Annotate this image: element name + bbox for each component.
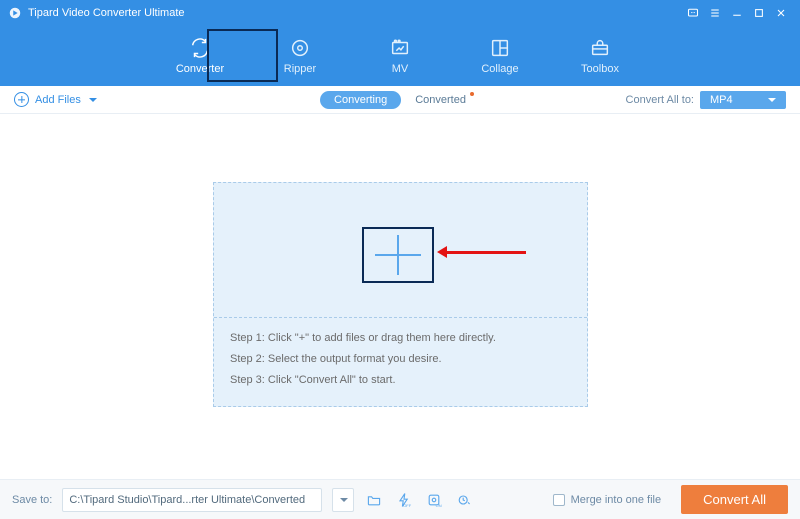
tab-label: Converter <box>176 63 224 75</box>
mv-icon <box>389 37 411 59</box>
drop-zone-top <box>214 183 587 318</box>
save-to-label: Save to: <box>12 494 52 506</box>
status-tabs: Converting Converted <box>320 91 480 109</box>
high-speed-button[interactable]: ON <box>424 490 444 510</box>
app-title: Tipard Video Converter Ultimate <box>28 7 185 19</box>
tab-mv[interactable]: MV <box>372 37 428 75</box>
svg-text:OFF: OFF <box>404 503 413 508</box>
merge-label: Merge into one file <box>571 494 662 506</box>
chevron-down-icon <box>340 498 348 502</box>
checkbox-icon <box>553 494 565 506</box>
hardware-accel-button[interactable]: OFF <box>394 490 414 510</box>
notification-dot-icon <box>470 92 474 96</box>
collage-icon <box>489 37 511 59</box>
chevron-down-icon <box>768 98 776 102</box>
maximize-button[interactable] <box>748 0 770 26</box>
output-path-dropdown[interactable] <box>332 488 354 512</box>
tab-converting[interactable]: Converting <box>320 91 401 109</box>
task-schedule-button[interactable] <box>454 490 474 510</box>
convert-all-button[interactable]: Convert All <box>681 485 788 514</box>
chevron-down-icon <box>89 98 97 102</box>
tab-converted[interactable]: Converted <box>401 91 480 109</box>
feedback-icon[interactable] <box>682 0 704 26</box>
convert-all-to: Convert All to: MP4 <box>626 91 786 109</box>
toolbar: Add Files Converting Converted Convert A… <box>0 86 800 114</box>
toolbox-icon <box>589 37 611 59</box>
footer: Save to: C:\Tipard Studio\Tipard...rter … <box>0 479 800 519</box>
output-path-value: C:\Tipard Studio\Tipard...rter Ultimate\… <box>69 494 305 506</box>
app-root: Tipard Video Converter Ultimate Converte… <box>0 0 800 519</box>
minimize-button[interactable] <box>726 0 748 26</box>
svg-text:ON: ON <box>436 503 442 508</box>
step-2-text: Step 2: Select the output format you des… <box>230 349 571 370</box>
add-files-label: Add Files <box>35 94 81 106</box>
step-3-text: Step 3: Click "Convert All" to start. <box>230 370 571 391</box>
converter-icon <box>189 37 211 59</box>
tab-converter[interactable]: Converter <box>172 37 228 75</box>
convert-all-to-label: Convert All to: <box>626 94 694 106</box>
instruction-steps: Step 1: Click "+" to add files or drag t… <box>214 318 587 401</box>
tab-label: Ripper <box>284 63 316 75</box>
close-button[interactable] <box>770 0 792 26</box>
tab-ripper[interactable]: Ripper <box>272 37 328 75</box>
tab-label: Collage <box>481 63 518 75</box>
main-tabs: Converter Ripper MV Collage Toolbox <box>0 26 800 86</box>
app-logo-icon <box>8 6 22 20</box>
annotation-arrow-icon <box>446 251 526 254</box>
tab-label: Toolbox <box>581 63 619 75</box>
tab-label: MV <box>392 63 409 75</box>
output-format-value: MP4 <box>710 94 733 106</box>
open-folder-button[interactable] <box>364 490 384 510</box>
add-files-button[interactable]: Add Files <box>14 92 97 107</box>
plus-circle-icon <box>14 92 29 107</box>
output-path-field[interactable]: C:\Tipard Studio\Tipard...rter Ultimate\… <box>62 488 322 512</box>
ripper-icon <box>289 37 311 59</box>
menu-icon[interactable] <box>704 0 726 26</box>
tab-collage[interactable]: Collage <box>472 37 528 75</box>
titlebar: Tipard Video Converter Ultimate <box>0 0 800 26</box>
step-1-text: Step 1: Click "+" to add files or drag t… <box>230 328 571 349</box>
merge-into-one-checkbox[interactable]: Merge into one file <box>553 494 662 506</box>
tab-converted-label: Converted <box>415 94 466 106</box>
main-panel: Step 1: Click "+" to add files or drag t… <box>0 114 800 479</box>
add-file-plus-button[interactable] <box>362 227 434 283</box>
output-format-select[interactable]: MP4 <box>700 91 786 109</box>
tab-toolbox[interactable]: Toolbox <box>572 37 628 75</box>
drop-zone[interactable]: Step 1: Click "+" to add files or drag t… <box>213 182 588 407</box>
